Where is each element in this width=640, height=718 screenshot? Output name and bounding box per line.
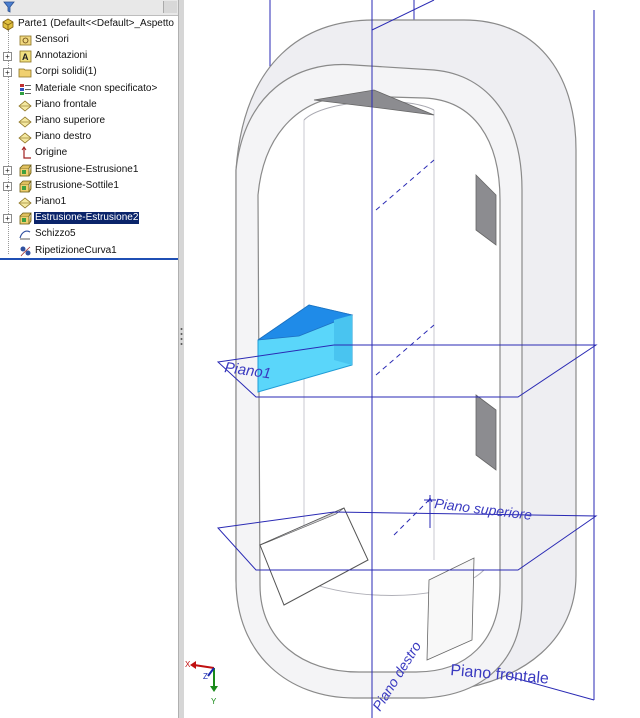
triad-y-label: Y — [211, 697, 217, 706]
tree-item-label: Estrusione-Sottile1 — [35, 179, 119, 191]
sensor-folder-icon — [19, 35, 32, 46]
tree-item-label: Piano frontale — [35, 98, 97, 110]
plane-icon — [18, 197, 32, 209]
tree-item[interactable]: + A Annotazioni — [0, 48, 178, 64]
extrude-icon — [19, 180, 32, 193]
plane-icon — [18, 132, 32, 144]
material-icon — [20, 83, 31, 95]
tree-item-label: Piano superiore — [35, 115, 106, 126]
tree-item-label: RipetizioneCurva1 — [35, 244, 117, 256]
tree-item-label: Origine — [35, 147, 68, 159]
expand-plus-icon[interactable]: + — [3, 68, 12, 78]
plane-icon — [18, 100, 32, 112]
tree-item-label: Materiale <non specificato> — [35, 82, 158, 94]
tree-item-label: Piano1 — [35, 196, 67, 207]
tree-item-label: Piano destro — [35, 131, 92, 143]
svg-text:A: A — [22, 52, 29, 62]
tree-item[interactable]: + Estrusione-Estrusione2 — [0, 210, 178, 226]
expand-plus-icon[interactable]: + — [3, 214, 12, 224]
tree-item[interactable]: Piano1 — [0, 194, 178, 210]
tree-item[interactable]: Piano frontale — [0, 97, 178, 113]
extrude-icon — [19, 164, 32, 176]
tree-item-label: Estrusione-Estrusione2 — [34, 212, 140, 225]
expand-plus-icon[interactable]: + — [3, 181, 12, 191]
curve-pattern-icon — [20, 246, 31, 256]
plane-icon — [18, 116, 32, 128]
tree-filter-bar[interactable] — [0, 0, 178, 16]
sketch-icon — [19, 230, 31, 240]
tree-root-label: Parte1 (Default<<Default>_Aspetto — [18, 18, 174, 29]
graphics-viewport[interactable]: Piano1 Piano superiore Piano frontale Pi… — [184, 0, 640, 718]
tree-item[interactable]: Origine — [0, 145, 178, 161]
model-scene[interactable]: Piano1 Piano superiore Piano frontale Pi… — [184, 0, 640, 718]
tree-item[interactable]: Piano destro — [0, 129, 178, 145]
annotation-icon: A — [19, 50, 32, 63]
extrude-icon — [19, 212, 32, 225]
solid-bodies-folder-icon — [18, 68, 32, 78]
tree-item[interactable]: Sensori — [0, 32, 178, 48]
expand-plus-icon[interactable]: + — [3, 52, 12, 62]
tree-item-label: Corpi solidi(1) — [35, 66, 97, 78]
part-icon — [2, 18, 14, 31]
tree-item[interactable]: Materiale <non specificato> — [0, 81, 178, 97]
expand-plus-icon[interactable]: + — [3, 165, 12, 175]
tree-root-part[interactable]: Parte1 (Default<<Default>_Aspetto — [0, 16, 178, 32]
triad-z-label: Z — [203, 672, 208, 681]
tree-item[interactable]: Schizzo5 — [0, 226, 178, 242]
tree-item[interactable]: + Estrusione-Estrusione1 — [0, 162, 178, 178]
tree-item[interactable]: + Corpi solidi(1) — [0, 64, 178, 80]
tree-item[interactable]: Piano superiore — [0, 113, 178, 129]
tree-scroll-right-button[interactable] — [163, 1, 177, 13]
view-triad[interactable]: X Y Z — [185, 660, 218, 706]
origin-icon — [21, 146, 31, 159]
tree-item-label: Sensori — [35, 34, 69, 45]
tree-item-label: Schizzo5 — [35, 228, 76, 240]
tree-item-label: Estrusione-Estrusione1 — [35, 163, 139, 175]
triad-x-label: X — [185, 660, 191, 669]
feature-manager-tree: Parte1 (Default<<Default>_Aspetto Sensor… — [0, 0, 178, 718]
tree-item[interactable]: + Estrusione-Sottile1 — [0, 178, 178, 194]
splitter-grip-icon[interactable] — [180, 326, 183, 348]
tree-item-label: Annotazioni — [35, 50, 88, 62]
tree-item[interactable]: RipetizioneCurva1 — [0, 243, 178, 259]
filter-icon[interactable] — [3, 1, 15, 13]
tree-rollback-bar[interactable] — [0, 258, 178, 260]
